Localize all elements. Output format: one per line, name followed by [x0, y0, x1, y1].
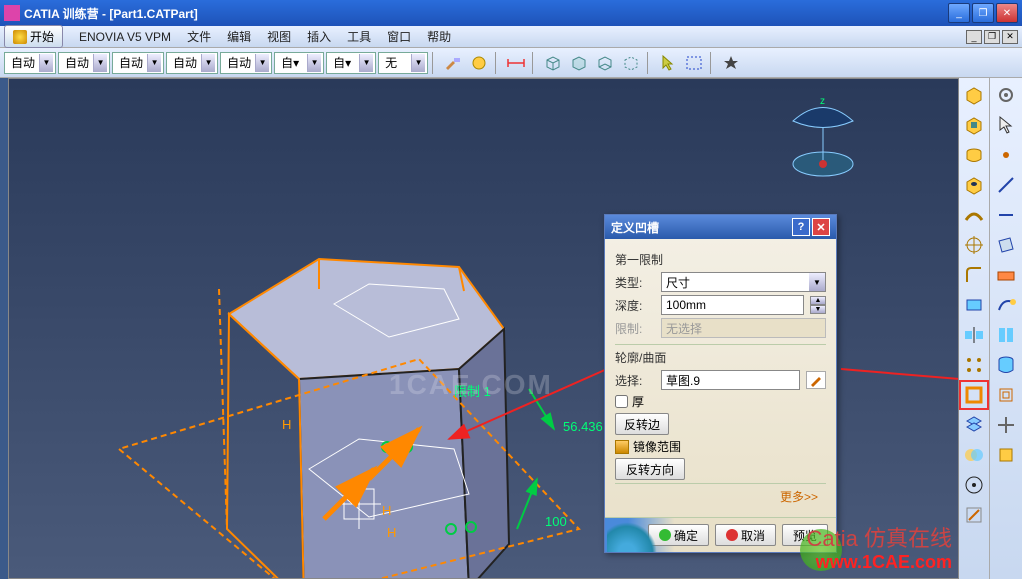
ok-button[interactable]: 确定: [648, 524, 709, 546]
toolbar: 自动▼ 自动▼ 自动▼ 自动▼ 自动▼ 自▾▼ 自▾▼ 无▼: [0, 48, 1022, 78]
group-profile: 轮廓/曲面: [615, 349, 826, 366]
doc-close[interactable]: ✕: [1002, 30, 1018, 44]
offset-icon[interactable]: [993, 382, 1019, 408]
dimension-icon[interactable]: [504, 51, 528, 75]
rib-icon[interactable]: [961, 202, 987, 228]
combo-1[interactable]: 自动▼: [4, 52, 56, 74]
gear-icon[interactable]: [993, 82, 1019, 108]
select-rect-icon[interactable]: [682, 51, 706, 75]
group-first-limit: 第一限制: [615, 251, 826, 268]
depth-input[interactable]: 100mm: [661, 295, 804, 315]
effects-icon[interactable]: [719, 51, 743, 75]
align-icon[interactable]: [961, 232, 987, 258]
mirror-label: 镜像范围: [633, 438, 681, 455]
tool-a-icon[interactable]: [993, 412, 1019, 438]
app-icon: [4, 5, 20, 21]
combo-7[interactable]: 自▾▼: [326, 52, 376, 74]
mirror-icon[interactable]: [961, 322, 987, 348]
limit-input: 无选择: [661, 318, 826, 338]
cube4-icon[interactable]: [619, 51, 643, 75]
menu-edit[interactable]: 编辑: [219, 26, 259, 47]
sketch-edit-icon[interactable]: [806, 371, 826, 389]
menu-view[interactable]: 视图: [259, 26, 299, 47]
line-icon[interactable]: [993, 172, 1019, 198]
select-input[interactable]: 草图.9: [661, 370, 800, 390]
combo-8[interactable]: 无▼: [378, 52, 428, 74]
arrow-select-icon[interactable]: [993, 112, 1019, 138]
eyedropper-icon[interactable]: [467, 51, 491, 75]
menu-window[interactable]: 窗口: [379, 26, 419, 47]
dialog-help-button[interactable]: ?: [792, 218, 810, 236]
minimize-button[interactable]: _: [948, 3, 970, 23]
stiffener-icon[interactable]: [961, 412, 987, 438]
sketch-icon[interactable]: [961, 502, 987, 528]
close-button[interactable]: ✕: [996, 3, 1018, 23]
cylinder-icon[interactable]: [993, 352, 1019, 378]
dialog-title: 定义凹槽: [611, 219, 659, 236]
shell-icon[interactable]: [961, 292, 987, 318]
define-pocket-dialog: 定义凹槽 ? ✕ 第一限制 类型: 尺寸▼ 深度: 100mm ▲▼ 限制: 无…: [604, 214, 837, 553]
cube2-icon[interactable]: [567, 51, 591, 75]
constraint-icon[interactable]: [993, 322, 1019, 348]
select-label: 选择:: [615, 372, 655, 389]
reverse-side-button[interactable]: 反转边: [615, 413, 669, 435]
boolean-icon[interactable]: [961, 442, 987, 468]
titlebar: CATIA 训练营 - [Part1.CATPart] _ ❐ ✕: [0, 0, 1022, 26]
window-title: CATIA 训练营 - [Part1.CATPart]: [24, 5, 948, 22]
combo-5[interactable]: 自动▼: [220, 52, 272, 74]
globe-decoration-icon: [607, 522, 657, 552]
menu-tools[interactable]: 工具: [339, 26, 379, 47]
center-icon[interactable]: [961, 472, 987, 498]
tool-b-icon[interactable]: [993, 442, 1019, 468]
combo-2[interactable]: 自动▼: [58, 52, 110, 74]
dialog-titlebar[interactable]: 定义凹槽 ? ✕: [605, 215, 836, 239]
cube1-icon[interactable]: [541, 51, 565, 75]
reverse-direction-button[interactable]: 反转方向: [615, 458, 685, 480]
start-icon: [13, 30, 27, 44]
thick-label: 厚: [632, 393, 644, 410]
limit-label: 限制:: [615, 320, 655, 337]
menu-file[interactable]: 文件: [179, 26, 219, 47]
brush-icon[interactable]: [441, 51, 465, 75]
combo-6[interactable]: 自▾▼: [274, 52, 324, 74]
combo-4[interactable]: 自动▼: [166, 52, 218, 74]
workbench-icon[interactable]: [993, 262, 1019, 288]
cube3-icon[interactable]: [593, 51, 617, 75]
dialog-close-button[interactable]: ✕: [812, 218, 830, 236]
fillet-icon[interactable]: [961, 262, 987, 288]
plane-icon[interactable]: [993, 232, 1019, 258]
hole-icon[interactable]: [961, 172, 987, 198]
mirror-indicator-icon: [615, 440, 629, 454]
pocket-highlighted-icon[interactable]: [961, 382, 987, 408]
pattern-icon[interactable]: [961, 352, 987, 378]
start-label: 开始: [30, 28, 54, 45]
menubar: 开始 ENOVIA V5 VPM 文件 编辑 视图 插入 工具 窗口 帮助 _ …: [0, 26, 1022, 48]
doc-restore[interactable]: ❐: [984, 30, 1000, 44]
thick-checkbox[interactable]: [615, 395, 628, 408]
sketcher-icon[interactable]: [993, 292, 1019, 318]
preview-button[interactable]: 预览: [782, 524, 828, 546]
side-toolbar: [959, 78, 1022, 579]
depth-spinner[interactable]: ▲▼: [810, 296, 826, 314]
menu-insert[interactable]: 插入: [299, 26, 339, 47]
combo-3[interactable]: 自动▼: [112, 52, 164, 74]
pad-icon[interactable]: [961, 82, 987, 108]
doc-minimize[interactable]: _: [966, 30, 982, 44]
menu-enovia[interactable]: ENOVIA V5 VPM: [71, 28, 179, 46]
maximize-button[interactable]: ❐: [972, 3, 994, 23]
point-icon[interactable]: [993, 142, 1019, 168]
menu-help[interactable]: 帮助: [419, 26, 459, 47]
cancel-button[interactable]: 取消: [715, 524, 776, 546]
type-select[interactable]: 尺寸▼: [661, 272, 826, 292]
type-label: 类型:: [615, 274, 655, 291]
pocket-icon[interactable]: [961, 112, 987, 138]
cursor-icon[interactable]: [656, 51, 680, 75]
line2-icon[interactable]: [993, 202, 1019, 228]
more-button[interactable]: 更多>>: [615, 483, 826, 509]
shaft-icon[interactable]: [961, 142, 987, 168]
depth-label: 深度:: [615, 297, 655, 314]
start-button[interactable]: 开始: [4, 25, 63, 48]
